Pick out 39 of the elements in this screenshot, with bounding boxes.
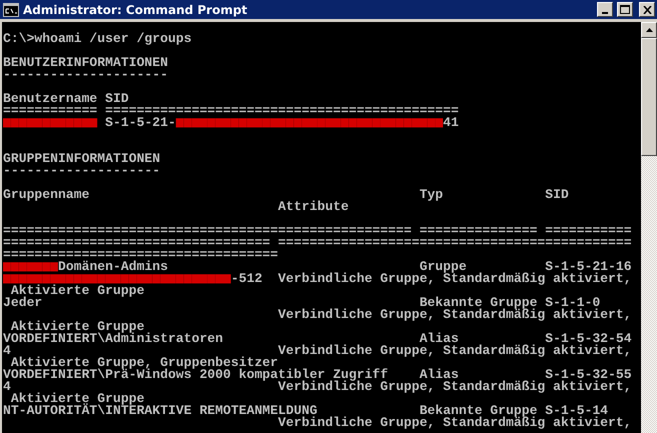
console-text: GRUPPENINFORMATIONEN — [3, 151, 160, 166]
redacted-text: ██████████████████████████████████ — [176, 120, 444, 127]
console-text: =================================== — [3, 247, 278, 262]
console-text: 41 — [443, 115, 459, 130]
minimize-icon — [602, 12, 608, 14]
console-text: Verbindliche Gruppe, Standardmäßig aktiviert, — [277, 415, 632, 430]
console-text: C:\>whoami /user /groups — [3, 31, 192, 46]
maximize-button[interactable] — [617, 2, 633, 17]
console-text: ============ ============================================= — [3, 103, 459, 118]
console-text: -------------------- — [3, 163, 160, 178]
minimize-button[interactable] — [597, 2, 613, 17]
console-text: Domänen-Admins Gruppe S-1-5-21-16 — [58, 259, 632, 274]
console-text: --------------------- — [3, 67, 168, 82]
window-title: Administrator: Command Prompt — [23, 2, 248, 16]
close-button[interactable] — [639, 2, 655, 17]
console-text: S-1-5-21- — [104, 115, 176, 130]
console-text: Aktivierte Gruppe — [10, 283, 144, 298]
console-text: 4 Verbindliche Gruppe, Standardmäßig aktiviert, — [3, 343, 632, 358]
close-icon — [642, 6, 652, 14]
redacted-text: ███████ — [3, 264, 58, 271]
maximize-icon — [620, 5, 630, 14]
console-text: Attribute — [277, 199, 349, 214]
console-text: -512 Verbindliche Gruppe, Standardmäßig aktiviert, — [230, 271, 632, 286]
console-text: Gruppenname Typ SID — [3, 187, 569, 202]
scroll-thumb[interactable] — [641, 38, 657, 156]
up-arrow-icon — [646, 28, 652, 32]
console-text: Aktivierte Gruppe, Gruppenbesitzer — [10, 355, 278, 370]
console-text: BENUTZERINFORMATIONEN — [3, 55, 168, 70]
console-icon — [3, 2, 19, 16]
console-text: VORDEFINIERT\Administratoren Alias S-1-5-32-54 — [3, 331, 632, 346]
console-text: Aktivierte Gruppe — [10, 319, 144, 334]
console-text: Benutzername SID — [3, 91, 129, 106]
redacted-text: ████████████ — [3, 120, 98, 127]
redacted-text: █████████████████████████████ — [3, 276, 231, 283]
scroll-up-button[interactable] — [641, 22, 657, 38]
console-text: ==================================================== =============== =========== — [3, 223, 632, 238]
scrollbar[interactable] — [641, 22, 657, 433]
console-text: ================================== ============================================= — [3, 235, 632, 250]
console-text: Verbindliche Gruppe, Standardmäßig aktiviert, — [277, 307, 632, 322]
